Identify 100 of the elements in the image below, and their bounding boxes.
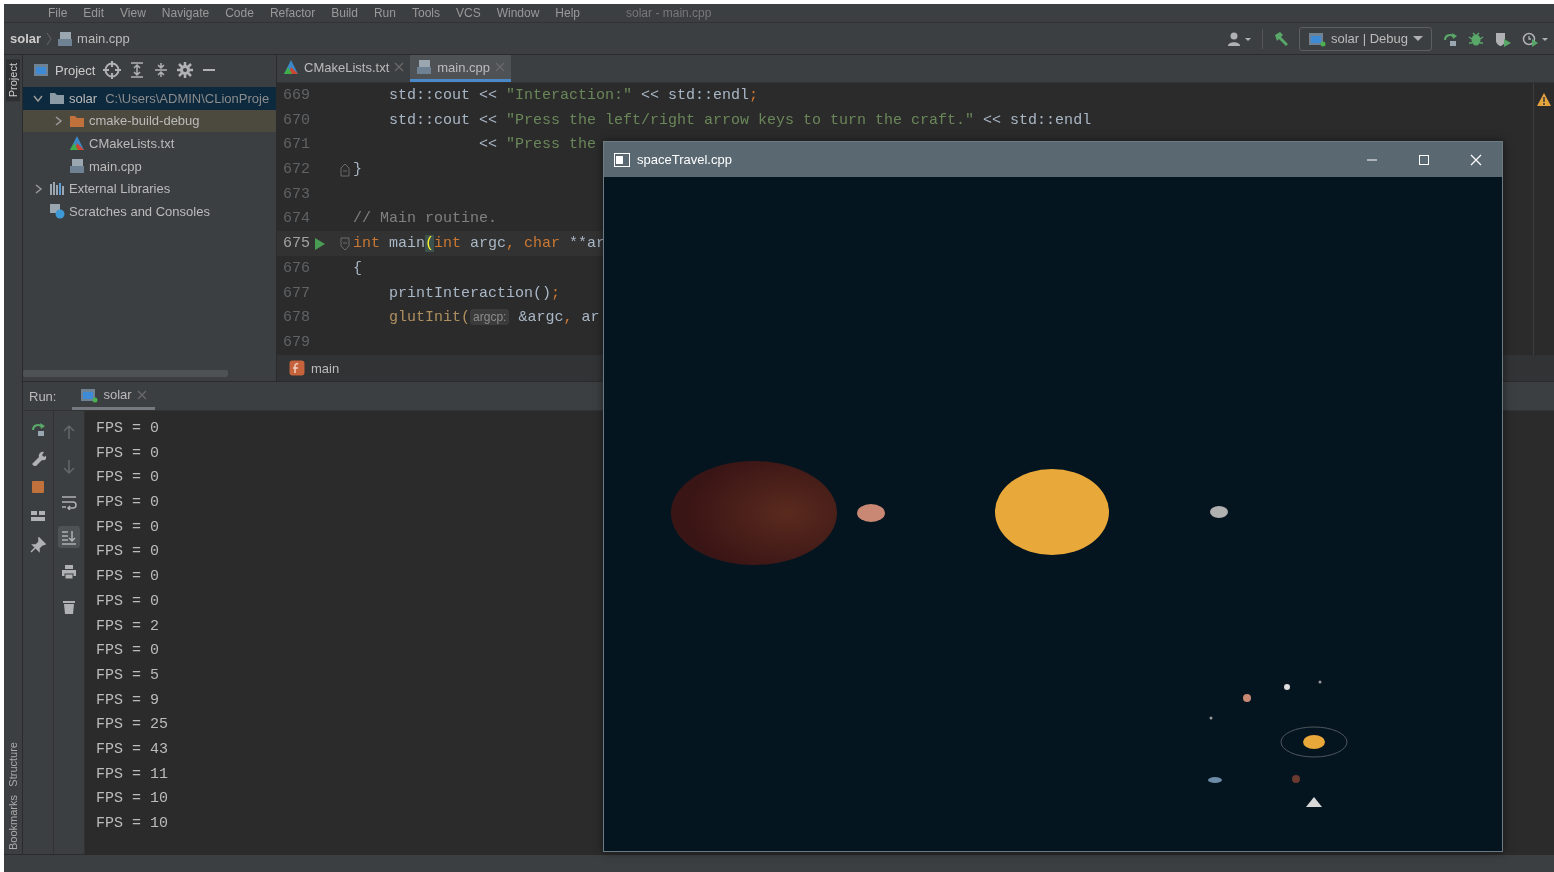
menu-item[interactable]: Code — [225, 6, 254, 20]
layout-icon[interactable] — [30, 508, 46, 524]
breadcrumb-item[interactable]: solar — [10, 31, 42, 46]
console-line: FPS = 0 — [96, 542, 159, 563]
editor-tab[interactable]: main.cpp — [410, 55, 511, 83]
menu-item[interactable]: Refactor — [269, 6, 316, 20]
function-icon — [289, 360, 305, 377]
cpp-file-icon — [69, 158, 85, 175]
line-number: 671 — [282, 136, 311, 154]
line-number: 676 — [282, 259, 311, 277]
console-line: FPS = 0 — [96, 419, 159, 439]
soft-wrap-icon[interactable] — [61, 494, 77, 510]
fold-icon[interactable] — [340, 162, 350, 177]
line-number: 669 — [282, 87, 311, 105]
project-view-selector[interactable]: Project — [33, 62, 96, 78]
tree-item[interactable]: CMakeLists.txt — [23, 132, 276, 155]
menu-item[interactable]: File — [48, 6, 68, 20]
breadcrumb-item[interactable]: main — [289, 360, 340, 377]
menu-item[interactable]: Navigate — [161, 6, 210, 20]
planet — [1318, 680, 1322, 684]
panel-label: Run: — [29, 388, 57, 404]
stop-icon[interactable] — [30, 479, 46, 495]
line-number: 672 — [282, 161, 311, 179]
rerun-icon[interactable] — [1442, 30, 1458, 47]
window-title: solar - main.cpp — [626, 6, 712, 20]
user-icon[interactable] — [1227, 30, 1252, 47]
side-tab[interactable]: Structure — [6, 738, 20, 791]
rerun-icon[interactable] — [30, 421, 46, 437]
menu-item[interactable]: Build — [331, 6, 358, 20]
menu-item[interactable]: Run — [373, 6, 396, 20]
console-line: FPS = 5 — [96, 665, 159, 686]
menu-item[interactable]: Tools — [411, 6, 440, 20]
pin-icon[interactable] — [30, 537, 46, 553]
window-icon — [80, 386, 99, 403]
console-line: FPS = 0 — [96, 567, 159, 588]
tree-item[interactable]: cmake-build-debug — [23, 109, 276, 133]
console-line: FPS = 0 — [96, 591, 159, 612]
code-line: int main(int argc, char **ar — [353, 235, 606, 253]
console-line: FPS = 25 — [96, 715, 168, 736]
breadcrumb-item[interactable]: main.cpp — [77, 31, 130, 46]
side-tab[interactable]: Bookmarks — [6, 790, 20, 854]
locate-icon[interactable] — [103, 61, 122, 79]
bug-icon[interactable] — [1468, 30, 1484, 47]
tree-item[interactable]: Scratches and Consoles — [23, 199, 276, 223]
settings-icon[interactable] — [177, 62, 194, 78]
menu-item[interactable]: VCS — [455, 6, 481, 20]
planet — [1208, 777, 1222, 783]
scroll-to-end-icon[interactable] — [61, 529, 77, 545]
console-line: FPS = 43 — [96, 739, 168, 760]
tree-item[interactable]: main.cpp — [23, 154, 276, 178]
code-line: glutInit( argcp: &argc, ar — [388, 309, 600, 327]
menu-item[interactable]: Edit — [83, 6, 105, 20]
maximize-icon[interactable] — [1418, 153, 1430, 166]
library-icon — [49, 180, 65, 197]
spacecraft — [1306, 797, 1322, 807]
cmake-file-icon — [69, 135, 85, 152]
caret-icon — [1413, 36, 1423, 41]
console-line: FPS = 0 — [96, 493, 159, 514]
console-line: FPS = 9 — [96, 690, 159, 711]
wrench-icon[interactable] — [30, 450, 46, 466]
console-line: FPS = 0 — [96, 443, 159, 464]
console-line: FPS = 11 — [96, 764, 168, 785]
menu-item[interactable]: View — [120, 6, 146, 20]
editor-tab[interactable]: CMakeLists.txt — [277, 55, 411, 83]
menu-item[interactable]: Window — [496, 6, 540, 20]
window-icon — [614, 152, 630, 167]
line-number: 678 — [282, 309, 311, 327]
window-title: spaceTravel.cpp — [637, 152, 732, 167]
code-line: std::cout << "Press the left/right arrow keys to turn the craft." << std::endl — [388, 111, 1092, 129]
run-icon[interactable] — [314, 236, 326, 251]
hammer-icon[interactable] — [1272, 30, 1289, 47]
scrollbar[interactable] — [23, 370, 228, 377]
line-number: 679 — [282, 333, 311, 351]
cpp-file-icon — [416, 59, 433, 76]
window-icon — [1307, 30, 1326, 47]
sun — [1303, 735, 1325, 749]
console-line: FPS = 0 — [96, 517, 159, 538]
chevron-icon — [45, 30, 54, 47]
tree-item[interactable]: External Libraries — [23, 177, 276, 200]
profiler-icon[interactable] — [1522, 30, 1548, 47]
fold-icon[interactable] — [340, 236, 350, 251]
side-tab[interactable]: Project — [6, 59, 20, 102]
run-config-dropdown[interactable]: solar | Debug — [1298, 26, 1432, 51]
scratches-icon — [49, 203, 65, 220]
code-line: { — [353, 259, 362, 277]
menu-item[interactable]: Help — [555, 6, 581, 20]
line-number: 673 — [282, 185, 311, 203]
collapse-all-icon[interactable] — [153, 62, 170, 78]
line-number: 674 — [282, 210, 311, 228]
expand-all-icon[interactable] — [129, 62, 146, 78]
console-line: FPS = 2 — [96, 616, 159, 637]
coverage-icon[interactable] — [1494, 30, 1512, 47]
print-icon[interactable] — [61, 564, 77, 580]
window-icon — [33, 62, 49, 78]
warning-icon — [1537, 93, 1551, 107]
cmake-file-icon — [283, 59, 299, 76]
trash-icon[interactable] — [61, 599, 77, 615]
tree-item[interactable]: solar C:\Users\ADMIN\CLionProje — [23, 87, 276, 110]
console-line: FPS = 0 — [96, 468, 159, 489]
line-number: 670 — [282, 111, 311, 129]
